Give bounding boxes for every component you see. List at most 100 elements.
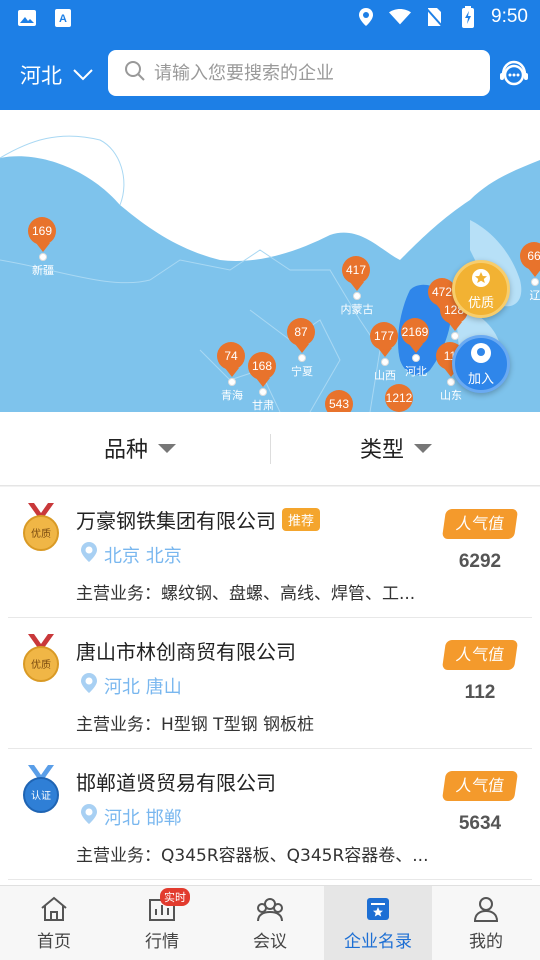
nav-meeting-label: 会议 (253, 932, 287, 952)
pin-name: 河北 (405, 365, 427, 378)
popularity-badge: 人气值 (441, 771, 519, 801)
caret-down-icon (158, 443, 177, 453)
certified-medal-icon: 认证 (22, 765, 60, 815)
font-app-icon: A (52, 7, 74, 29)
nav-meeting[interactable]: 会议 (216, 886, 324, 960)
location-icon (80, 541, 98, 568)
china-map[interactable]: 169 新疆 417 内蒙古 472 128 北京 66 辽 87 宁夏 177… (0, 110, 540, 412)
svg-text:A: A (59, 13, 67, 25)
company-name: 邯郸道贤贸易有限公司 (76, 771, 276, 795)
pin-value: 543 (325, 390, 353, 412)
location-pin-icon (470, 342, 492, 368)
company-list-item[interactable]: 认证 邯郸道贤贸易有限公司 河北 邯郸 主营业务：Q345R容器板、Q345R容… (8, 749, 532, 880)
map-pin[interactable]: 417 内蒙古 (341, 256, 374, 317)
popularity-value: 6292 (458, 551, 502, 572)
group-icon (257, 898, 283, 922)
pin-value: 168 (248, 352, 276, 380)
medal-label: 认证 (31, 789, 51, 802)
status-bar: A 9:50 (0, 0, 540, 38)
pin-name: 内蒙古 (340, 303, 374, 316)
medal-label: 优质 (31, 658, 51, 671)
quality-medal-icon: 优质 (22, 634, 60, 684)
company-name-row: 万豪钢铁集团有限公司 推荐 (76, 505, 321, 534)
map-pin[interactable]: 87 宁夏 (287, 318, 317, 379)
company-location: 北京 北京 (80, 541, 182, 568)
main-business: 主营业务：Q345R容器板、Q345R容器卷、... (76, 846, 429, 866)
popularity-value: 112 (464, 682, 496, 703)
map-pin[interactable]: 66 辽 (520, 242, 540, 303)
company-list-item[interactable]: 优质 唐山市林创商贸有限公司 河北 唐山 主营业务：H型钢 T型钢 钢板桩 人气… (8, 618, 532, 749)
search-box[interactable] (108, 50, 490, 96)
company-location: 河北 邯郸 (80, 803, 182, 830)
nav-home[interactable]: 首页 (0, 886, 108, 960)
map-pin[interactable]: 543 (325, 390, 355, 412)
pin-value: 87 (287, 318, 315, 346)
map-pin[interactable]: 2169 河北 (401, 318, 431, 379)
company-list: 优质 万豪钢铁集团有限公司 推荐 北京 北京 主营业务：螺纹钢、盘螺、高线、焊管… (0, 487, 540, 885)
company-name: 唐山市林创商贸有限公司 (76, 640, 296, 664)
nav-home-label: 首页 (37, 932, 71, 952)
pin-name: 新疆 (32, 264, 54, 277)
pin-value: 74 (217, 342, 245, 370)
join-label: 加入 (467, 371, 494, 387)
company-name-row: 邯郸道贤贸易有限公司 (76, 767, 276, 796)
pin-value: 177 (370, 322, 398, 350)
type-filter[interactable]: 类型 (360, 432, 433, 464)
directory-icon (367, 898, 389, 920)
nav-mine-label: 我的 (469, 932, 503, 952)
company-name-row: 唐山市林创商贸有限公司 (76, 636, 296, 665)
region-label: 河北 (20, 64, 62, 88)
recommend-tag: 推荐 (282, 508, 321, 531)
filter-divider (270, 434, 271, 464)
company-location: 河北 唐山 (80, 672, 182, 699)
popularity-value: 5634 (458, 813, 502, 834)
filter-bar: 品种 类型 (0, 412, 540, 486)
region-selector[interactable]: 河北 (20, 60, 94, 90)
company-list-item[interactable]: 优质 万豪钢铁集团有限公司 推荐 北京 北京 主营业务：螺纹钢、盘螺、高线、焊管… (8, 487, 532, 618)
pin-name: 宁夏 (291, 365, 313, 378)
nav-mine[interactable]: 我的 (432, 886, 540, 960)
nav-directory-label: 企业名录 (344, 932, 412, 952)
pin-value: 169 (28, 217, 56, 245)
user-icon (473, 897, 499, 922)
map-pin[interactable]: 1212 (385, 384, 415, 412)
location-icon (80, 803, 98, 830)
main-business: 主营业务：H型钢 T型钢 钢板桩 (76, 715, 314, 735)
popularity-badge: 人气值 (441, 640, 519, 670)
chevron-down-icon (72, 63, 94, 87)
nav-market-label: 行情 (145, 932, 179, 952)
realtime-badge: 实时 (160, 888, 190, 906)
location-text: 北京 北京 (104, 545, 182, 567)
pin-value: 1212 (385, 384, 413, 412)
search-input[interactable] (154, 62, 474, 84)
medal-label: 优质 (31, 527, 51, 540)
caret-down-icon (414, 443, 433, 453)
wifi-icon (389, 6, 412, 28)
quality-label: 优质 (467, 295, 494, 311)
star-badge-icon (471, 268, 491, 292)
gallery-icon (16, 7, 38, 29)
battery-charging-icon (457, 6, 479, 28)
search-icon (124, 60, 146, 86)
nav-market[interactable]: 实时 行情 (108, 886, 216, 960)
map-pin[interactable]: 169 新疆 (28, 217, 58, 278)
map-pin[interactable]: 168 甘肃 (248, 352, 278, 412)
variety-filter[interactable]: 品种 (104, 432, 177, 464)
bottom-nav: 首页 实时 行情 会议 企业名录 我的 (0, 885, 540, 960)
pin-value: 417 (342, 256, 370, 284)
location-icon (355, 6, 377, 28)
join-button[interactable]: 加入 (452, 335, 510, 393)
quality-button[interactable]: 优质 (452, 260, 510, 318)
map-pin[interactable]: 74 青海 (217, 342, 247, 403)
main-business: 主营业务：螺纹钢、盘螺、高线、焊管、工... (76, 584, 416, 604)
customer-service-icon[interactable] (498, 58, 530, 90)
home-icon (41, 896, 67, 921)
app-header: 河北 (0, 38, 540, 110)
location-icon (80, 672, 98, 699)
popularity-badge: 人气值 (441, 509, 519, 539)
nav-directory[interactable]: 企业名录 (324, 886, 432, 960)
variety-label: 品种 (104, 438, 149, 463)
quality-medal-icon: 优质 (22, 503, 60, 553)
no-sim-icon (423, 6, 445, 28)
company-name: 万豪钢铁集团有限公司 (76, 509, 276, 533)
